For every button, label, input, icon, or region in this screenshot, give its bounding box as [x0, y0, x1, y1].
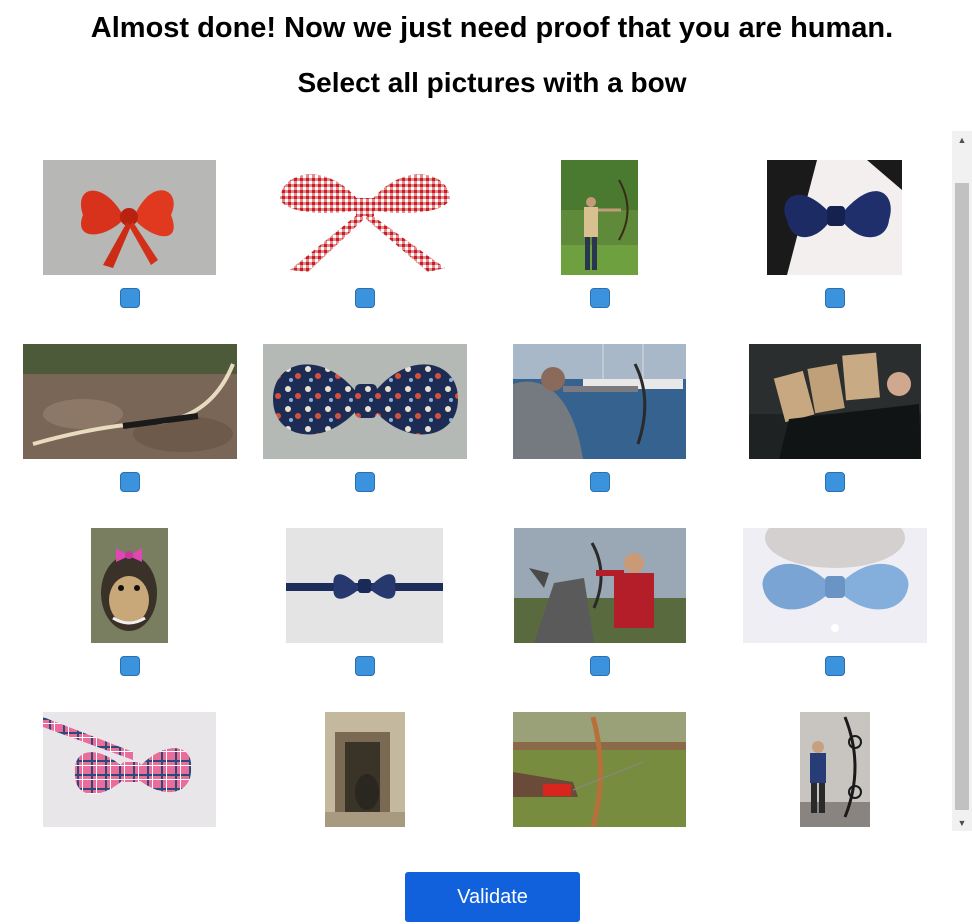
- tile-3: [482, 160, 717, 344]
- grid-scrollbar[interactable]: ▲ ▼: [952, 131, 972, 831]
- tile-9: [12, 528, 247, 712]
- tile-10: [247, 528, 482, 712]
- tile-image-floral-bowtie[interactable]: [262, 344, 467, 459]
- scroll-up-arrow-icon[interactable]: ▲: [952, 131, 972, 148]
- tile-checkbox-7[interactable]: [589, 472, 610, 492]
- tile-14: [247, 712, 482, 831]
- tile-checkbox-4[interactable]: [824, 288, 845, 308]
- tile-image-archer-marina[interactable]: [513, 344, 686, 459]
- tile-image-horseback-archer[interactable]: [513, 528, 686, 643]
- tile-15: [482, 712, 717, 831]
- tile-checkbox-5[interactable]: [119, 472, 140, 492]
- validate-button[interactable]: Validate: [405, 872, 580, 922]
- tile-checkbox-1[interactable]: [119, 288, 140, 308]
- tile-2: [247, 160, 482, 344]
- tile-image-dervish-hats[interactable]: [748, 344, 921, 459]
- tile-1: [12, 160, 247, 344]
- scroll-thumb[interactable]: [955, 183, 969, 810]
- tile-6: [247, 344, 482, 528]
- tile-checkbox-3[interactable]: [589, 288, 610, 308]
- tile-11: [482, 528, 717, 712]
- image-grid-viewport: [0, 131, 952, 831]
- captcha-instruction: Select all pictures with a bow: [297, 67, 687, 98]
- tile-image-light-blue-bowtie[interactable]: [742, 528, 927, 643]
- tile-7: [482, 344, 717, 528]
- tile-image-vintage-doorway[interactable]: [324, 712, 405, 827]
- tile-image-plaid-pink-bowtie[interactable]: [43, 712, 216, 827]
- tile-5: [12, 344, 247, 528]
- tile-image-gingham-ribbon-bow[interactable]: [269, 160, 460, 275]
- page-title: Almost done! Now we just need proof that…: [90, 12, 894, 44]
- tile-checkbox-2[interactable]: [354, 288, 375, 308]
- tile-4: [717, 160, 952, 344]
- image-grid: [0, 131, 952, 831]
- tile-image-yorkie-pink-bow[interactable]: [91, 528, 168, 643]
- tile-12: [717, 528, 952, 712]
- tile-checkbox-12[interactable]: [824, 656, 845, 676]
- tile-checkbox-8[interactable]: [824, 472, 845, 492]
- tile-13: [12, 712, 247, 831]
- tile-checkbox-6[interactable]: [354, 472, 375, 492]
- tile-image-compound-bow-archer[interactable]: [799, 712, 870, 827]
- tile-image-navy-bowtie-collar[interactable]: [767, 160, 902, 275]
- tile-8: [717, 344, 952, 528]
- tile-image-red-ribbon-bow[interactable]: [43, 160, 216, 275]
- tile-image-wooden-bow-on-ground[interactable]: [22, 344, 237, 459]
- tile-checkbox-9[interactable]: [119, 656, 140, 676]
- tile-image-archer-field[interactable]: [561, 160, 638, 275]
- tile-checkbox-10[interactable]: [354, 656, 375, 676]
- tile-image-archery-range-arm[interactable]: [513, 712, 686, 827]
- tile-16: [717, 712, 952, 831]
- captcha-page: Almost done! Now we just need proof that…: [0, 0, 972, 924]
- scroll-down-arrow-icon[interactable]: ▼: [952, 814, 972, 831]
- tile-checkbox-11[interactable]: [589, 656, 610, 676]
- tile-image-navy-bowtie-strap[interactable]: [286, 528, 443, 643]
